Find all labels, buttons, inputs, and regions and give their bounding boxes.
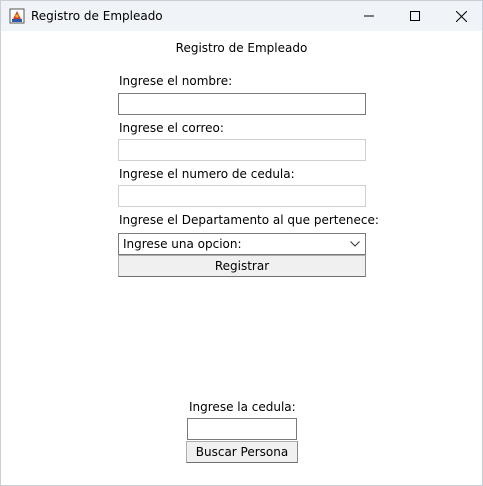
search-id-label: Ingrese la cedula: <box>189 400 296 414</box>
id-number-input[interactable] <box>119 187 365 207</box>
department-selected-value: Ingrese una opcion: <box>123 237 242 251</box>
department-select[interactable]: Ingrese una opcion: <box>118 233 366 255</box>
app-window: Registro de Empleado Registro de Emplead… <box>0 0 483 486</box>
title-bar[interactable]: Registro de Empleado <box>1 1 482 31</box>
name-input[interactable] <box>119 95 365 115</box>
id-number-field[interactable] <box>118 185 366 207</box>
content-panel: Registro de Empleado Ingrese el nombre: … <box>1 31 482 485</box>
chevron-down-icon[interactable] <box>350 241 360 247</box>
maximize-icon <box>410 11 420 21</box>
department-label: Ingrese el Departamento al que pertenece… <box>119 213 379 227</box>
email-input[interactable] <box>119 141 365 161</box>
maximize-button[interactable] <box>392 1 438 31</box>
close-icon <box>455 10 467 22</box>
email-field[interactable] <box>118 139 366 161</box>
minimize-icon <box>364 15 374 17</box>
name-label: Ingrese el nombre: <box>119 74 233 88</box>
search-id-field[interactable] <box>187 418 297 440</box>
window-title: Registro de Empleado <box>31 9 163 23</box>
search-id-input[interactable] <box>188 420 296 440</box>
email-label: Ingrese el correo: <box>119 121 224 135</box>
register-button[interactable]: Registrar <box>118 255 366 277</box>
search-person-button[interactable]: Buscar Persona <box>186 441 298 463</box>
form-heading: Registro de Empleado <box>175 41 308 55</box>
close-button[interactable] <box>438 1 482 31</box>
name-field[interactable] <box>118 93 366 115</box>
minimize-button[interactable] <box>346 1 392 31</box>
java-app-icon <box>9 8 25 24</box>
id-number-label: Ingrese el numero de cedula: <box>119 167 295 181</box>
